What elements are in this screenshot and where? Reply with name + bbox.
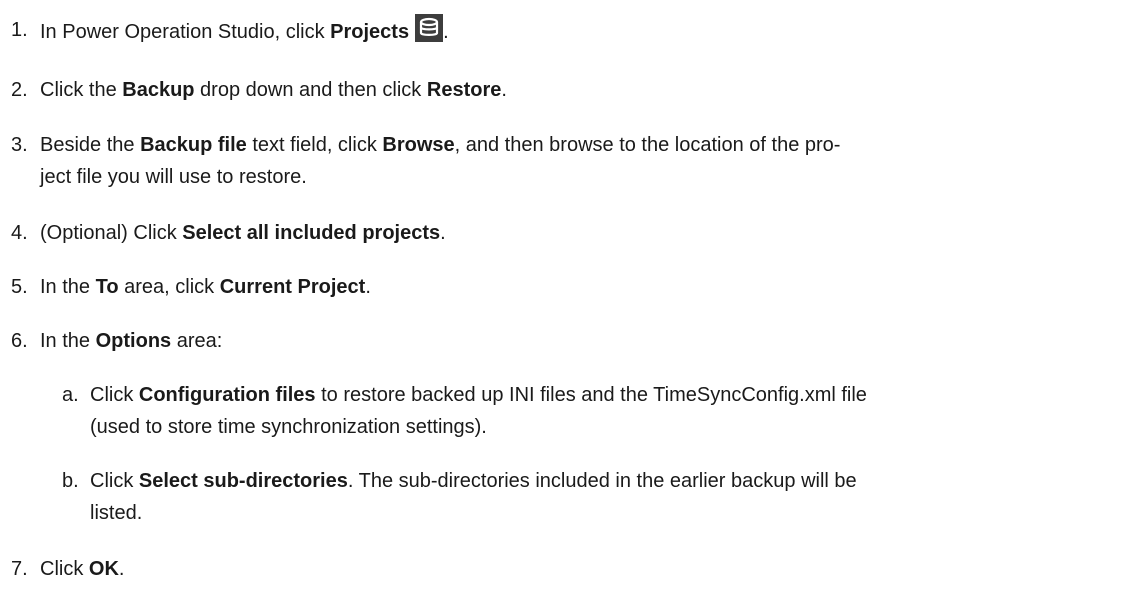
step-text-part: Click [90, 384, 139, 406]
step-text: Click the Backup drop down and then clic… [40, 74, 1100, 106]
step-text-part: . [501, 79, 507, 101]
ui-term-select-all-projects: Select all included projects [182, 222, 441, 244]
step-text-part: Click [40, 558, 89, 580]
step-text-part: In Power Operation Studio, click [40, 21, 331, 43]
step-text-part: In the [40, 330, 96, 352]
ui-term-current-project: Current Project [219, 276, 366, 298]
substep-text: Click Configuration files to restore bac… [90, 379, 1105, 443]
step-text: Click OK. [40, 553, 1100, 585]
step-text-part: Click [90, 470, 139, 492]
step-text-part: . [443, 21, 449, 43]
step-text-part: text field, click [246, 134, 383, 156]
ui-term-restore: Restore [426, 79, 502, 101]
step-text-part: , and then browse to the location of the… [454, 134, 841, 156]
ui-term-backup-file: Backup file [140, 134, 247, 156]
ui-term-options: Options [95, 330, 172, 352]
step-text-part: to restore backed up INI files and the T… [315, 384, 867, 406]
step-text-part: drop down and then click [194, 79, 427, 101]
step-text-part: Beside the [40, 134, 141, 156]
step-text-part: listed. [90, 502, 143, 524]
step-text-part: . The sub-directories included in the ea… [347, 470, 857, 492]
step-text-part: In the [40, 276, 96, 298]
database-icon [415, 14, 444, 42]
step-number: 4. [11, 222, 28, 244]
step-text-part: . [440, 222, 446, 244]
step-number: 3. [11, 134, 28, 156]
ui-term-ok: OK [88, 558, 119, 580]
step-text-part: ject file you will use to restore. [40, 166, 307, 188]
ui-term-to: To [95, 276, 119, 298]
step-text: In the To area, click Current Project. [40, 271, 1100, 303]
step-text-part: area, click [118, 276, 220, 298]
ui-term-configuration-files: Configuration files [138, 384, 316, 406]
step-number: 2. [11, 79, 28, 101]
step-text: (Optional) Click Select all included pro… [40, 217, 1100, 249]
substep-text: Click Select sub-directories. The sub-di… [90, 465, 1105, 529]
step-number: 6. [11, 330, 28, 352]
ui-term-projects: Projects [330, 21, 410, 43]
step-text: In Power Operation Studio, click Project… [40, 14, 1100, 48]
step-text-part: . [118, 558, 125, 580]
step-number: 7. [11, 558, 28, 580]
step-text-part: . [365, 276, 371, 298]
ui-term-backup: Backup [122, 79, 195, 101]
ui-term-browse: Browse [382, 134, 455, 156]
substep-letter: b. [62, 470, 79, 492]
step-text-part: (used to store time synchronization sett… [90, 416, 487, 438]
step-text-part: Click the [40, 79, 123, 101]
ui-term-select-sub-directories: Select sub-directories [138, 470, 348, 492]
step-text: In the Options area: [40, 325, 1100, 357]
step-text-part: area: [171, 330, 223, 352]
step-number: 1. [11, 19, 28, 41]
step-text-part: (Optional) Click [40, 222, 183, 244]
substep-letter: a. [62, 384, 79, 406]
step-number: 5. [11, 276, 28, 298]
step-text: Beside the Backup file text field, click… [40, 129, 1100, 193]
